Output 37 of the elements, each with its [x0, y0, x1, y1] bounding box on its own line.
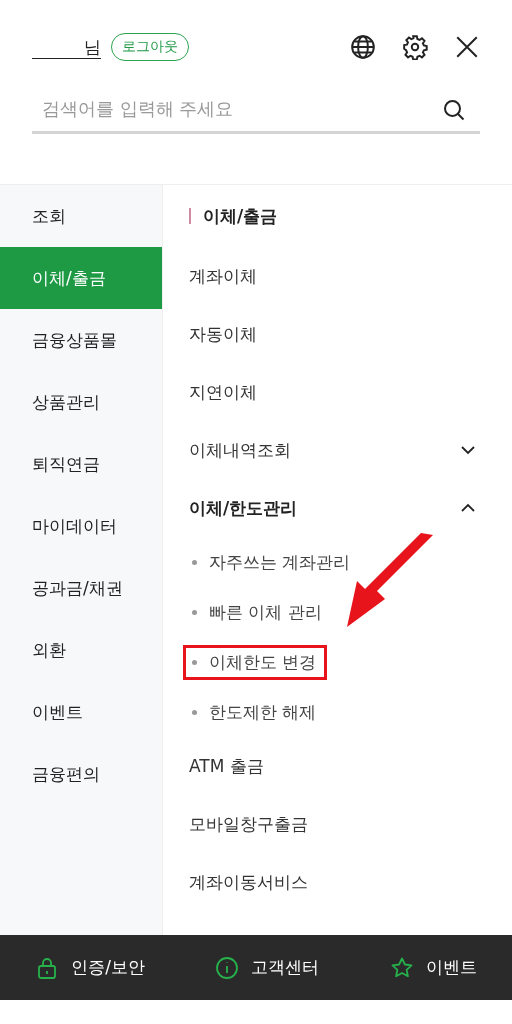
submenu-item[interactable]: 한도제한 해제: [183, 694, 328, 730]
star-icon: [389, 955, 414, 980]
sidebar-item[interactable]: 조회: [0, 185, 162, 247]
user-name: 님: [32, 35, 101, 59]
search-field[interactable]: 검색어를 입력해 주세요: [32, 98, 480, 134]
sidebar-item[interactable]: 이체/출금: [0, 247, 162, 309]
menu-item[interactable]: 계좌이체: [189, 247, 476, 305]
sidebar-item[interactable]: 이벤트: [0, 681, 162, 743]
chevron-icon: [460, 503, 476, 513]
sidebar-item[interactable]: 상품관리: [0, 371, 162, 433]
sidebar-item[interactable]: 금융상품몰: [0, 309, 162, 371]
menu-item[interactable]: 모바일창구출금: [189, 795, 476, 853]
sidebar-item[interactable]: 외환: [0, 619, 162, 681]
settings-icon[interactable]: [402, 34, 428, 60]
submenu-item[interactable]: 자주쓰는 계좌관리: [183, 544, 362, 580]
menu-item[interactable]: 자동이체: [189, 305, 476, 363]
close-icon[interactable]: [454, 34, 480, 60]
submenu-item[interactable]: 빠른 이체 관리: [183, 594, 333, 630]
sidebar-item[interactable]: 금융편의: [0, 743, 162, 805]
info-icon: [215, 955, 240, 980]
sidebar-item[interactable]: 마이데이터: [0, 495, 162, 557]
sidebar-item[interactable]: 공과금/채권: [0, 557, 162, 619]
menu-item[interactable]: 이체내역조회: [189, 421, 476, 479]
menu-item[interactable]: 이체/한도관리: [189, 479, 476, 537]
search-icon[interactable]: [442, 98, 466, 122]
chevron-icon: [460, 445, 476, 455]
bottom-bar-button[interactable]: 인증/보안: [35, 955, 145, 980]
bottom-bar-button[interactable]: 이벤트: [389, 955, 477, 980]
submenu-item[interactable]: 이체한도 변경: [183, 644, 328, 680]
menu-item[interactable]: ATM 출금: [189, 737, 476, 795]
menu-item[interactable]: 계좌이동서비스: [189, 853, 476, 911]
globe-icon[interactable]: [350, 34, 376, 60]
sidebar-item[interactable]: 퇴직연금: [0, 433, 162, 495]
menu-item[interactable]: 지연이체: [189, 363, 476, 421]
logout-button[interactable]: 로그아웃: [111, 33, 189, 61]
section-title: 이체/출금: [189, 208, 476, 224]
bottom-bar-button[interactable]: 고객센터: [215, 955, 320, 980]
